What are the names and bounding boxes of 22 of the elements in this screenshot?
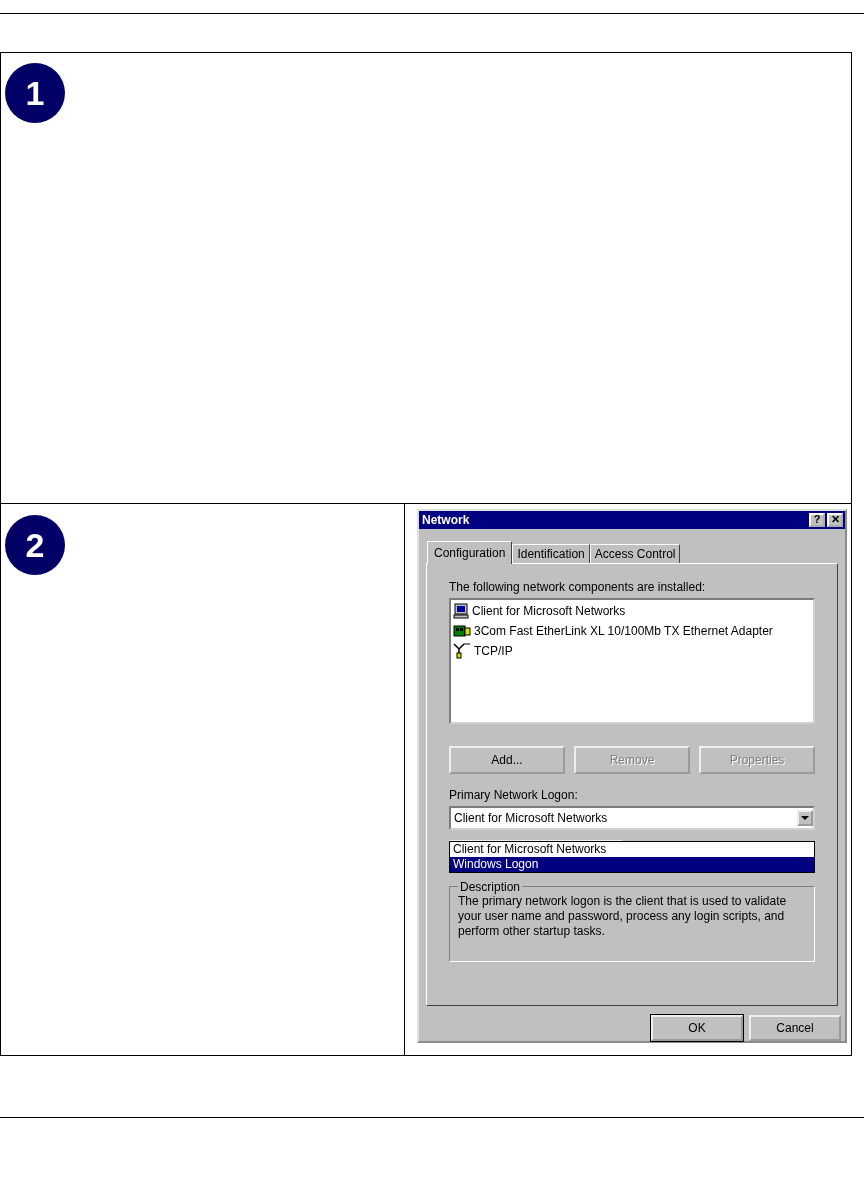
- logon-label: Primary Network Logon:: [449, 787, 579, 802]
- window-title: Network: [422, 512, 471, 527]
- list-label: The following network components are installed:: [449, 579, 707, 594]
- help-button[interactable]: ?: [809, 512, 825, 527]
- action-button[interactable]: Add...: [449, 745, 565, 774]
- tab[interactable]: Identification: [512, 543, 590, 563]
- dialog-button[interactable]: OK: [651, 1015, 743, 1041]
- description-text: The primary network logon is the client that is used to validate your user name and password, process any login scripts, and perform other startup tasks.: [458, 893, 788, 939]
- tab[interactable]: Configuration: [427, 540, 513, 564]
- close-button[interactable]: ✕: [827, 512, 843, 527]
- computer-icon: [453, 602, 469, 619]
- step-badge: 1: [5, 63, 65, 123]
- cable-icon: [453, 642, 471, 659]
- logon-dropdown[interactable]: Client for Microsoft Networks: [449, 805, 815, 830]
- group-title: Description: [459, 879, 522, 894]
- list-item[interactable]: Client for Microsoft Networks: [472, 603, 626, 618]
- tab[interactable]: Access Control: [589, 543, 681, 563]
- step-badge: 2: [5, 515, 65, 575]
- network-card-icon: [453, 622, 471, 639]
- list-item[interactable]: 3Com Fast EtherLink XL 10/100Mb TX Ethernet Adapter: [474, 623, 773, 638]
- list-item[interactable]: TCP/IP: [474, 643, 513, 658]
- dialog-button[interactable]: Cancel: [749, 1015, 841, 1041]
